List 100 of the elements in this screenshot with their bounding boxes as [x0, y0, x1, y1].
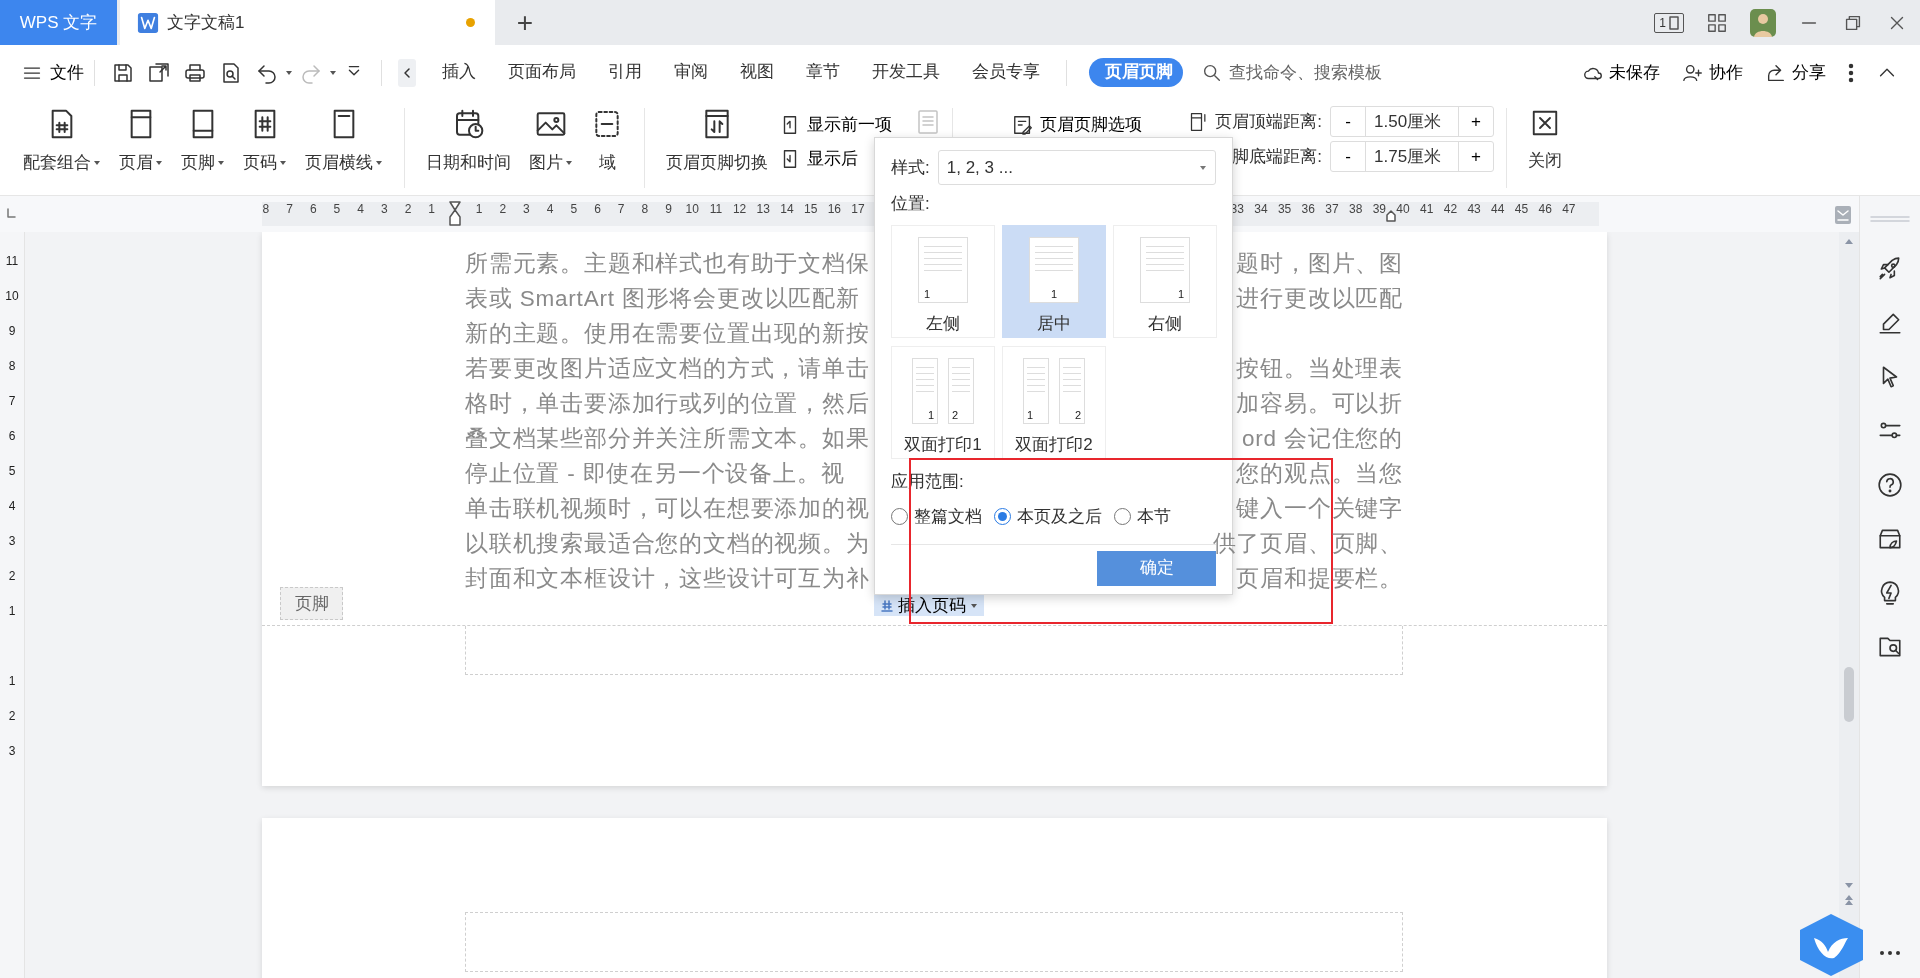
- menu-tab[interactable]: 页面布局: [492, 58, 592, 87]
- toolbar-button[interactable]: 协作: [1682, 59, 1743, 86]
- ribbon-button[interactable]: 日期和时间: [417, 100, 520, 176]
- menu-tab[interactable]: 插入: [426, 58, 492, 87]
- caret-icon: [970, 601, 978, 610]
- previous-page-icon[interactable]: [1844, 894, 1854, 906]
- ribbon-button[interactable]: 页眉: [110, 100, 172, 176]
- menu-tab[interactable]: 引用: [592, 58, 658, 87]
- decrease-button[interactable]: -: [1331, 142, 1365, 171]
- radio-option[interactable]: 本页及之后: [994, 504, 1102, 530]
- position-option[interactable]: 1 2 双面打印2: [1002, 345, 1106, 459]
- page-number: 1: [1177, 287, 1184, 302]
- indent-marker-icon[interactable]: [448, 200, 463, 228]
- scroll-thumb[interactable]: [1844, 667, 1854, 722]
- close-button[interactable]: 关闭: [1519, 100, 1571, 174]
- decrease-button[interactable]: -: [1331, 107, 1365, 136]
- increase-button[interactable]: +: [1459, 107, 1493, 136]
- ruler-number: 6: [309, 201, 317, 218]
- more-icon[interactable]: [1848, 61, 1854, 84]
- menu-tab[interactable]: 会员专享: [956, 58, 1056, 87]
- position-option[interactable]: 1 2 双面打印1: [891, 345, 995, 459]
- scroll-up-icon[interactable]: [1844, 237, 1854, 245]
- ruler-number: 43: [1467, 201, 1481, 218]
- ruler-number: 7: [617, 201, 625, 218]
- ribbon-button[interactable]: 配套组合: [14, 100, 110, 176]
- ribbon-button[interactable]: 显示后: [779, 142, 892, 176]
- caret-icon: [1199, 163, 1207, 172]
- ruler-number: 11: [5, 252, 19, 270]
- ribbon-button[interactable]: 域: [582, 100, 632, 176]
- page-number: 1: [1027, 408, 1034, 423]
- app-tab[interactable]: WPS 文字: [0, 0, 117, 45]
- radio-button[interactable]: [891, 508, 908, 526]
- style-dropdown[interactable]: 1, 2, 3 ...: [937, 150, 1216, 185]
- position-option[interactable]: 1 右侧: [1113, 224, 1217, 338]
- footer-label: 页脚: [280, 587, 343, 620]
- ruler-number: 3: [380, 201, 388, 218]
- menu-tab[interactable]: 视图: [724, 58, 790, 87]
- ribbon-button[interactable]: 页脚: [172, 100, 234, 176]
- ribbon-button[interactable]: 页眉页脚选项: [1012, 108, 1142, 142]
- ribbon-button[interactable]: 图片: [520, 100, 582, 176]
- scroll-down-icon[interactable]: [1844, 882, 1854, 890]
- ribbon-button[interactable]: 页眉页脚切换: [657, 100, 777, 176]
- collapse-button[interactable]: [398, 58, 416, 87]
- toolbar-button[interactable]: 未保存: [1582, 59, 1660, 86]
- spinner-value[interactable]: 1.50厘米: [1365, 107, 1459, 136]
- number-spinner[interactable]: - 1.50厘米 +: [1330, 106, 1494, 137]
- grip-icon[interactable]: [1870, 216, 1910, 222]
- grid-icon[interactable]: [1706, 11, 1728, 34]
- ruler-number: 9: [665, 201, 672, 218]
- close-box-icon: [1530, 108, 1560, 138]
- ruler-number: 37: [1325, 201, 1339, 218]
- body-text: 格时，单击要添加行或列的位置，然后: [465, 389, 870, 418]
- caret-icon: [285, 68, 293, 77]
- ruler-number: 10: [685, 201, 699, 218]
- number-spinner[interactable]: - 1.75厘米 +: [1330, 141, 1494, 172]
- spinner-value[interactable]: 1.75厘米: [1365, 142, 1459, 171]
- page-icon: [1669, 15, 1679, 30]
- menu-tab[interactable]: 章节: [790, 58, 856, 87]
- file-menu[interactable]: 文件: [22, 59, 84, 86]
- more-icon[interactable]: [1879, 950, 1901, 956]
- ruler-number: 34: [1254, 201, 1268, 218]
- page-number: 2: [1074, 408, 1081, 423]
- distance-label: 脚底端距离:: [1232, 145, 1322, 168]
- position-option[interactable]: 1 左侧: [891, 224, 995, 338]
- menu-tab[interactable]: 开发工具: [856, 58, 956, 87]
- indent-marker-icon[interactable]: [1386, 210, 1397, 222]
- document-tab[interactable]: 文字文稿1: [120, 0, 495, 45]
- ruler-number: 3: [8, 532, 16, 550]
- toolbar-button[interactable]: 分享: [1765, 59, 1826, 86]
- body-text: 所需元素。主题和样式也有助于文档保: [465, 249, 870, 278]
- body-text: 叠文档某些部分并关注所需文本。如果: [465, 424, 870, 453]
- new-tab-button[interactable]: +: [495, 0, 555, 45]
- menu-tab[interactable]: 页眉页脚: [1089, 58, 1183, 87]
- body-text: ord 会记住您的: [1242, 424, 1403, 453]
- ribbon-button[interactable]: 页码: [234, 100, 296, 176]
- ribbon-button[interactable]: 显示前一项: [779, 108, 892, 142]
- radio-button[interactable]: [1114, 508, 1131, 526]
- ruler-number: 46: [1538, 201, 1552, 218]
- ruler-number: 10: [5, 287, 19, 305]
- ribbon-button[interactable]: 页眉横线: [296, 100, 392, 176]
- export-icon[interactable]: [147, 60, 171, 85]
- position-option[interactable]: 1 居中: [1002, 224, 1106, 338]
- ruler-number: 5: [8, 462, 16, 480]
- radio-option[interactable]: 整篇文档: [891, 504, 982, 530]
- tab-stop-icon[interactable]: [6, 208, 16, 218]
- menu-tab[interactable]: 审阅: [658, 58, 724, 87]
- radio-button[interactable]: [994, 508, 1011, 526]
- page-indicator[interactable]: 1: [1654, 12, 1684, 33]
- ruler-number: 8: [262, 201, 270, 218]
- help-icon: [1877, 472, 1903, 498]
- ruler-toggle-icon[interactable]: [1835, 206, 1851, 224]
- chevron-left-icon: [402, 66, 412, 79]
- ruler-number: 5: [570, 201, 578, 218]
- increase-button[interactable]: +: [1459, 142, 1493, 171]
- ruler-number: 16: [827, 201, 841, 218]
- radio-option[interactable]: 本节: [1114, 504, 1171, 530]
- ruler-number: 12: [732, 201, 747, 218]
- avatar-icon[interactable]: [1750, 8, 1776, 37]
- body-text: 加容易。可以折: [1236, 389, 1403, 418]
- field-label: 样式:: [891, 156, 930, 179]
